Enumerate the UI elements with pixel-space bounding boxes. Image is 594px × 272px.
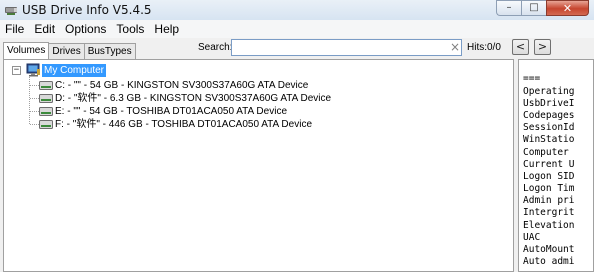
info-line: WinStatio	[523, 134, 575, 145]
caption-buttons: – □ ✕	[496, 0, 589, 17]
tab-volumes[interactable]: Volumes	[3, 42, 50, 59]
title-bar[interactable]: USB Drive Info V5.4.5 – □ ✕	[0, 0, 594, 21]
view-tabs: Volumes Drives BusTypes	[3, 42, 136, 59]
maximize-icon: □	[529, 2, 539, 13]
tree-root-label[interactable]: My Computer	[42, 64, 107, 77]
info-line: SessionId	[523, 122, 575, 133]
maximize-button[interactable]: □	[521, 0, 546, 16]
window-title: USB Drive Info V5.4.5	[22, 3, 152, 17]
menu-file[interactable]: File	[0, 20, 29, 38]
info-line: ===	[523, 73, 541, 84]
chevron-right-icon: >	[537, 40, 548, 53]
menu-help[interactable]: Help	[149, 20, 184, 38]
info-line: Codepages	[523, 110, 575, 121]
tree-item-drive-f[interactable]: F: - "软件" - 446 GB - TOSHIBA DT01ACA050 …	[4, 117, 504, 132]
tab-bustypes[interactable]: BusTypes	[83, 43, 136, 59]
info-line: Intergrit	[523, 207, 575, 218]
usb-drive-app-icon	[5, 7, 17, 15]
hits-count: 0/0	[487, 42, 501, 53]
menu-edit[interactable]: Edit	[29, 20, 60, 38]
info-line: Computer	[523, 147, 569, 158]
menu-options[interactable]: Options	[60, 20, 111, 38]
previous-hit-button[interactable]: <	[512, 39, 529, 55]
info-line: Admin pri	[523, 195, 575, 206]
drive-icon	[39, 81, 53, 90]
next-hit-button[interactable]: >	[534, 39, 551, 55]
info-line: Auto admi	[523, 256, 575, 267]
drive-icon	[39, 94, 53, 103]
info-line: UAC	[523, 232, 541, 243]
info-line: Logon SID	[523, 171, 575, 182]
tab-drives[interactable]: Drives	[48, 43, 85, 59]
computer-icon	[26, 63, 40, 77]
system-info-panel[interactable]: === Operating UsbDriveI Codepages Sessio…	[518, 59, 594, 272]
drive-label: F: - "软件" - 446 GB - TOSHIBA DT01ACA050 …	[55, 119, 313, 130]
search-input[interactable]	[231, 39, 462, 56]
minimize-icon: –	[506, 2, 512, 13]
info-line: Operating	[523, 86, 575, 97]
info-line: Logon Tim	[523, 183, 575, 194]
menu-bar: File Edit Options Tools Help	[0, 20, 594, 38]
close-icon: ✕	[562, 1, 573, 15]
collapse-icon[interactable]: −	[12, 66, 21, 75]
close-button[interactable]: ✕	[546, 0, 589, 16]
hits-label: Hits:	[467, 42, 487, 53]
info-line: Elevation	[523, 220, 575, 231]
info-line: AutoMount	[523, 244, 575, 255]
drive-icon	[39, 107, 53, 116]
info-line: Current U	[523, 159, 575, 170]
volume-tree[interactable]: − My Computer C: - "" - 54 GB - KINGSTON…	[3, 59, 514, 272]
minimize-button[interactable]: –	[496, 0, 521, 16]
info-line: UsbDriveI	[523, 98, 575, 109]
menu-tools[interactable]: Tools	[111, 20, 149, 38]
drive-icon	[39, 120, 53, 129]
chevron-left-icon: <	[515, 40, 526, 53]
app-window: USB Drive Info V5.4.5 – □ ✕ File Edit Op…	[0, 0, 594, 272]
search-label: Search:	[198, 42, 233, 53]
clear-search-icon[interactable]: ×	[449, 40, 461, 55]
